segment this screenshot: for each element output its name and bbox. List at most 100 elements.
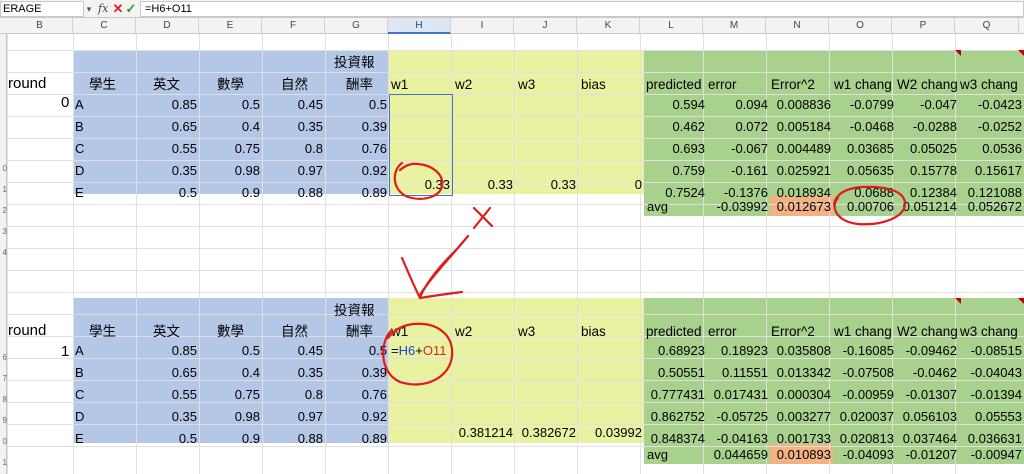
w3-change-value[interactable]: 0.0536 <box>959 138 1024 160</box>
predicted-value[interactable]: 0.68923 <box>644 340 707 362</box>
student-name[interactable]: C <box>73 138 136 160</box>
w2-change-value[interactable]: -0.047 <box>896 94 959 116</box>
accept-icon[interactable]: ✓ <box>125 0 137 18</box>
w1-change-value[interactable]: -0.07508 <box>833 362 896 384</box>
w1-change-value[interactable]: -0.0799 <box>833 94 896 116</box>
science-score[interactable]: 0.88 <box>262 428 325 450</box>
english-score[interactable]: 0.35 <box>136 406 199 428</box>
column-header-h[interactable]: H <box>388 18 451 34</box>
science-score[interactable]: 0.35 <box>262 362 325 384</box>
roi-value[interactable]: 0.89 <box>325 182 389 204</box>
roi-value[interactable]: 0.92 <box>325 406 389 428</box>
math-score[interactable]: 0.9 <box>199 182 262 204</box>
comment-marker[interactable] <box>955 50 961 56</box>
row-number[interactable]: 1 <box>0 185 7 194</box>
w1-change-value[interactable]: -0.16085 <box>833 340 896 362</box>
w3-value-b[interactable]: 0.382672 <box>515 422 578 444</box>
column-header-m[interactable]: M <box>703 18 766 34</box>
student-name[interactable]: C <box>73 384 136 406</box>
math-score[interactable]: 0.5 <box>199 340 262 362</box>
error-sq-value[interactable]: 0.025921 <box>770 160 833 182</box>
error-value[interactable]: 0.18923 <box>707 340 770 362</box>
row-number[interactable]: 6 <box>0 353 7 362</box>
error-sq-value[interactable]: 0.035808 <box>770 340 833 362</box>
student-name[interactable]: D <box>73 160 136 182</box>
row-number[interactable]: 0 <box>0 437 7 446</box>
avg-w3-change-top[interactable]: 0.052672 <box>959 196 1024 218</box>
error-value[interactable]: -0.05725 <box>707 406 770 428</box>
w1-formula-cell[interactable]: =H6+O11 <box>391 340 446 362</box>
column-header-g[interactable]: G <box>325 18 388 34</box>
w2-change-value[interactable]: -0.0462 <box>896 362 959 384</box>
science-score[interactable]: 0.97 <box>262 160 325 182</box>
w3-value[interactable]: 0.33 <box>515 174 578 196</box>
w1-change-value[interactable]: 0.03685 <box>833 138 896 160</box>
roi-value[interactable]: 0.39 <box>325 116 389 138</box>
math-score[interactable]: 0.75 <box>199 138 262 160</box>
cancel-icon[interactable]: ✕ <box>112 0 124 18</box>
english-score[interactable]: 0.55 <box>136 384 199 406</box>
student-name[interactable]: B <box>73 362 136 384</box>
column-header-c[interactable]: C <box>73 18 136 34</box>
name-box[interactable]: ERAGE <box>0 1 84 17</box>
w3-change-value[interactable]: 0.15617 <box>959 160 1024 182</box>
error-sq-value[interactable]: 0.013342 <box>770 362 833 384</box>
w2-change-value[interactable]: 0.05025 <box>896 138 959 160</box>
chevron-down-icon[interactable]: ▾ <box>84 1 94 17</box>
w3-change-value[interactable]: -0.08515 <box>959 340 1024 362</box>
w2-change-value[interactable]: 0.056103 <box>896 406 959 428</box>
w2-value[interactable]: 0.33 <box>452 174 515 196</box>
student-name[interactable]: D <box>73 406 136 428</box>
roi-value[interactable]: 0.39 <box>325 362 389 384</box>
row-number[interactable]: 0 <box>0 164 7 173</box>
avg-error-sq-bottom[interactable]: 0.010893 <box>770 444 833 466</box>
avg-error-bottom[interactable]: 0.044659 <box>707 444 770 466</box>
column-header-f[interactable]: F <box>262 18 325 34</box>
avg-error-top[interactable]: -0.03992 <box>707 196 770 218</box>
w2-change-value[interactable]: -0.01307 <box>896 384 959 406</box>
science-score[interactable]: 0.8 <box>262 384 325 406</box>
roi-value[interactable]: 0.89 <box>325 428 389 450</box>
row-number[interactable]: 9 <box>0 416 7 425</box>
roi-value[interactable]: 0.5 <box>325 94 389 116</box>
function-icon[interactable]: fx <box>98 1 112 17</box>
english-score[interactable]: 0.65 <box>136 116 199 138</box>
column-header-o[interactable]: O <box>829 18 892 34</box>
predicted-value[interactable]: 0.862752 <box>644 406 707 428</box>
w2-change-value[interactable]: -0.09462 <box>896 340 959 362</box>
row-number[interactable]: 4 <box>0 248 7 257</box>
english-score[interactable]: 0.55 <box>136 138 199 160</box>
error-value[interactable]: 0.11551 <box>707 362 770 384</box>
spreadsheet-grid[interactable]: round 0 學生 英文 數學 自然 投資報 酬率 w1 w2 w3 bias… <box>7 34 1024 474</box>
math-score[interactable]: 0.98 <box>199 406 262 428</box>
predicted-value[interactable]: 0.462 <box>644 116 707 138</box>
error-value[interactable]: 0.072 <box>707 116 770 138</box>
english-score[interactable]: 0.5 <box>136 182 199 204</box>
error-sq-value[interactable]: 0.005184 <box>770 116 833 138</box>
column-header-q[interactable]: Q <box>955 18 1019 34</box>
error-sq-value[interactable]: 0.000304 <box>770 384 833 406</box>
w2-value-b[interactable]: 0.381214 <box>452 422 515 444</box>
avg-w2-change-top[interactable]: 0.051214 <box>896 196 959 218</box>
w1-change-value[interactable]: -0.00959 <box>833 384 896 406</box>
column-header-d[interactable]: D <box>136 18 199 34</box>
roi-value[interactable]: 0.76 <box>325 384 389 406</box>
avg-w1-change-top[interactable]: 0.00706 <box>833 196 896 218</box>
math-score[interactable]: 0.5 <box>199 94 262 116</box>
w1-change-value[interactable]: 0.020037 <box>833 406 896 428</box>
column-header-n[interactable]: N <box>766 18 829 34</box>
student-name[interactable]: B <box>73 116 136 138</box>
math-score[interactable]: 0.9 <box>199 428 262 450</box>
avg-w3-change-bottom[interactable]: -0.00947 <box>959 444 1024 466</box>
math-score[interactable]: 0.98 <box>199 160 262 182</box>
error-value[interactable]: -0.161 <box>707 160 770 182</box>
w3-change-value[interactable]: -0.0252 <box>959 116 1024 138</box>
student-name[interactable]: A <box>73 94 136 116</box>
column-header-p[interactable]: P <box>892 18 955 34</box>
bias-value-b[interactable]: 0.03992 <box>578 422 644 444</box>
w3-change-value[interactable]: -0.01394 <box>959 384 1024 406</box>
row-number[interactable]: 7 <box>0 374 7 383</box>
avg-w1-change-bottom[interactable]: -0.04093 <box>833 444 896 466</box>
avg-error-sq-top[interactable]: 0.012673 <box>770 196 833 218</box>
comment-marker[interactable] <box>955 298 961 304</box>
